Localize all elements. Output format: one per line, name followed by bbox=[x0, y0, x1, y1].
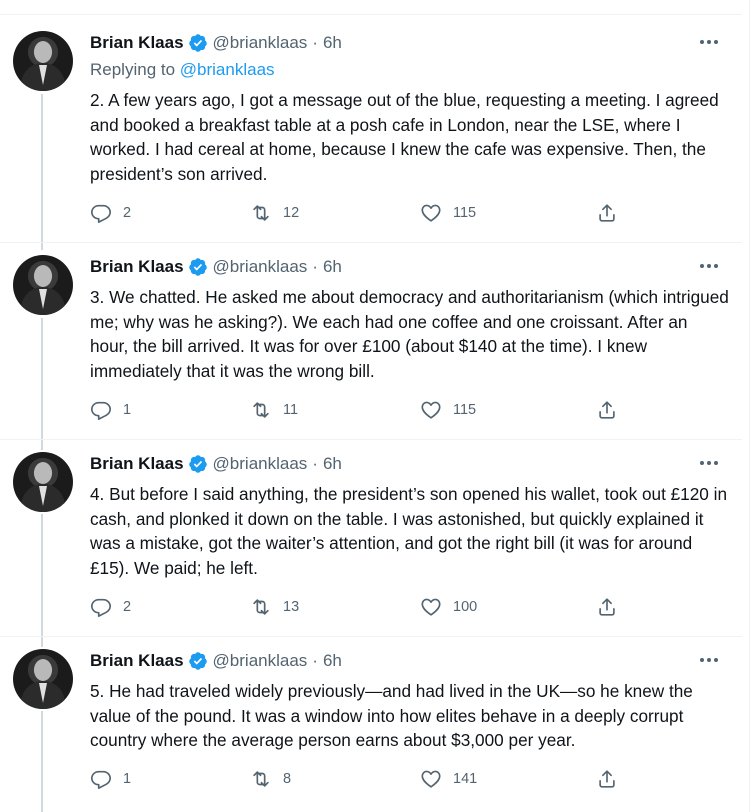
tweet-text: 3. We chatted. He asked me about democra… bbox=[90, 287, 729, 381]
retweet-count: 8 bbox=[283, 771, 292, 787]
verified-badge-icon bbox=[188, 258, 207, 276]
verified-badge-icon bbox=[188, 455, 207, 473]
reply-icon bbox=[91, 598, 111, 617]
avatar[interactable] bbox=[13, 452, 73, 512]
tweet-text: 5. He had traveled widely previously—and… bbox=[90, 681, 693, 751]
divider bbox=[0, 14, 742, 15]
tweet-header: Brian Klaas @brianklaas · 6h bbox=[90, 453, 342, 475]
retweet-icon bbox=[253, 599, 269, 615]
divider bbox=[0, 242, 742, 243]
reply-count: 2 bbox=[123, 205, 132, 221]
share-button[interactable] bbox=[596, 398, 618, 422]
like-icon bbox=[421, 401, 441, 419]
thread-line bbox=[41, 514, 43, 647]
replying-handle-link[interactable]: @brianklaas bbox=[180, 60, 275, 79]
like-count: 115 bbox=[453, 402, 477, 418]
thread-timeline: Brian Klaas @brianklaas · 6h Replying to… bbox=[0, 0, 750, 812]
tweet-text: 2. A few years ago, I got a message out … bbox=[90, 90, 719, 184]
like-count: 141 bbox=[453, 771, 478, 787]
separator-dot: · bbox=[312, 257, 318, 276]
share-button[interactable] bbox=[596, 595, 618, 619]
tweet-actions: 2 13 100 bbox=[90, 595, 730, 619]
like-button[interactable]: 115 bbox=[420, 398, 476, 422]
reply-button[interactable]: 1 bbox=[90, 398, 131, 422]
replying-prefix: Replying to bbox=[90, 60, 180, 79]
reply-icon bbox=[91, 401, 111, 420]
more-options-icon[interactable] bbox=[697, 650, 721, 670]
reply-icon bbox=[91, 770, 111, 789]
author-handle[interactable]: @brianklaas bbox=[213, 651, 308, 671]
verified-badge-icon bbox=[188, 34, 207, 52]
more-options-icon[interactable] bbox=[697, 256, 721, 276]
avatar[interactable] bbox=[13, 649, 73, 709]
share-button[interactable] bbox=[596, 201, 618, 225]
separator-dot: · bbox=[312, 33, 318, 52]
author-name[interactable]: Brian Klaas bbox=[90, 33, 184, 53]
tweet-header: Brian Klaas @brianklaas · 6h bbox=[90, 256, 342, 278]
reply-count: 1 bbox=[123, 402, 132, 418]
thread-line bbox=[41, 94, 43, 250]
author-name[interactable]: Brian Klaas bbox=[90, 651, 184, 671]
author-handle[interactable]: @brianklaas bbox=[213, 454, 308, 474]
reply-count: 1 bbox=[123, 771, 132, 787]
retweet-icon bbox=[253, 771, 269, 787]
reply-button[interactable]: 2 bbox=[90, 595, 131, 619]
tweet-header: Brian Klaas @brianklaas · 6h bbox=[90, 650, 342, 672]
reply-icon bbox=[91, 204, 111, 223]
like-button[interactable]: 141 bbox=[420, 767, 477, 791]
divider bbox=[0, 439, 742, 440]
reply-count: 2 bbox=[123, 599, 132, 615]
tweet-text: 4. But before I said anything, the presi… bbox=[90, 484, 728, 578]
thread-line bbox=[41, 711, 43, 812]
separator-dot: · bbox=[312, 454, 318, 473]
share-icon bbox=[599, 204, 615, 222]
tweet-time[interactable]: 6h bbox=[323, 454, 342, 474]
share-icon bbox=[599, 598, 615, 616]
author-name[interactable]: Brian Klaas bbox=[90, 454, 184, 474]
verified-badge-icon bbox=[188, 652, 207, 670]
retweet-button[interactable]: 13 bbox=[250, 595, 299, 619]
reply-button[interactable]: 1 bbox=[90, 767, 131, 791]
tweet-time[interactable]: 6h bbox=[323, 651, 342, 671]
tweet-header: Brian Klaas @brianklaas · 6h bbox=[90, 32, 342, 54]
separator-dot: · bbox=[312, 651, 318, 670]
like-count: 115 bbox=[453, 205, 477, 221]
more-options-icon[interactable] bbox=[697, 32, 721, 52]
replying-to: Replying to @brianklaas bbox=[90, 60, 275, 80]
retweet-count: 12 bbox=[283, 205, 300, 221]
like-icon bbox=[421, 770, 441, 788]
retweet-button[interactable]: 8 bbox=[250, 767, 291, 791]
tweet-time[interactable]: 6h bbox=[323, 257, 342, 277]
tweet-actions: 1 11 115 bbox=[90, 398, 730, 422]
avatar[interactable] bbox=[13, 255, 73, 315]
more-options-icon[interactable] bbox=[697, 453, 721, 473]
like-icon bbox=[421, 598, 441, 616]
share-icon bbox=[599, 770, 615, 788]
share-icon bbox=[599, 401, 615, 419]
retweet-count: 13 bbox=[283, 599, 300, 615]
avatar[interactable] bbox=[13, 31, 73, 91]
like-count: 100 bbox=[453, 599, 478, 615]
author-handle[interactable]: @brianklaas bbox=[213, 33, 308, 53]
retweet-button[interactable]: 12 bbox=[250, 201, 299, 225]
like-icon bbox=[421, 204, 441, 222]
like-button[interactable]: 100 bbox=[420, 595, 477, 619]
like-button[interactable]: 115 bbox=[420, 201, 476, 225]
retweet-button[interactable]: 11 bbox=[250, 398, 298, 422]
author-handle[interactable]: @brianklaas bbox=[213, 257, 308, 277]
retweet-count: 11 bbox=[283, 402, 299, 418]
tweet-actions: 1 8 141 bbox=[90, 767, 730, 791]
retweet-icon bbox=[253, 205, 269, 221]
retweet-icon bbox=[253, 402, 269, 418]
divider bbox=[0, 636, 742, 637]
tweet-actions: 2 12 115 bbox=[90, 201, 730, 225]
thread-line bbox=[41, 318, 43, 450]
tweet-time[interactable]: 6h bbox=[323, 33, 342, 53]
reply-button[interactable]: 2 bbox=[90, 201, 131, 225]
author-name[interactable]: Brian Klaas bbox=[90, 257, 184, 277]
share-button[interactable] bbox=[596, 767, 618, 791]
